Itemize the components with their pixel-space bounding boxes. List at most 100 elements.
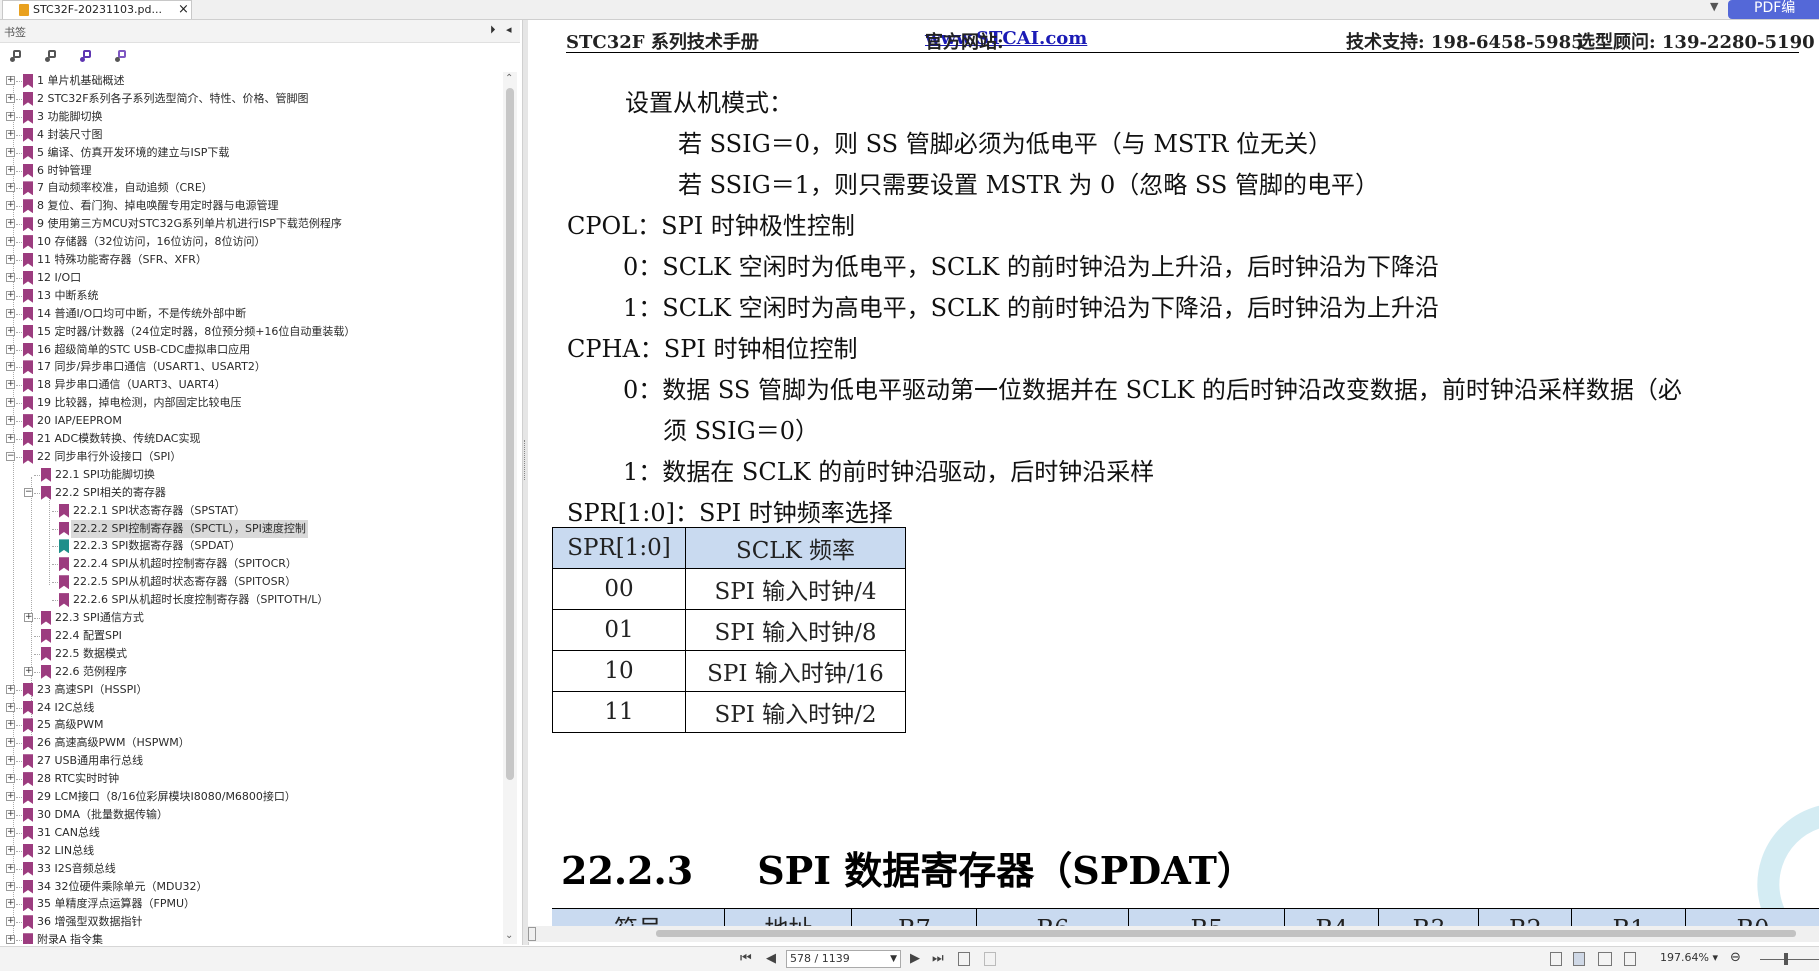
expand-icon[interactable]: + [6,917,15,927]
bookmark-item[interactable]: +12 I/O口 [0,269,503,287]
bookmark-item[interactable]: +20 IAP/EEPROM [0,412,503,430]
pdf-edit-button[interactable]: PDF编 [1728,0,1819,19]
scrollbar-thumb[interactable] [656,930,1796,937]
bookmark-item[interactable]: 22.2.6 SPI从机超时长度控制寄存器（SPITOTH/L） [0,591,503,609]
bookmark-item[interactable]: +9 使用第三方MCU对STC32G系列单片机进行ISP下载范例程序 [0,215,503,233]
bookmark-item[interactable]: +14 普通I/O口均可中断，不是传统外部中断 [0,305,503,323]
panel-collapse-icon[interactable]: ⏵ [490,23,496,37]
bookmark-item[interactable]: 22.2.2 SPI控制寄存器（SPCTL），SPI速度控制 [0,519,503,538]
tab-list-dropdown-icon[interactable]: ▼ [1710,0,1718,14]
page-dropdown-icon[interactable]: ▼ [890,951,897,967]
expand-icon[interactable]: + [6,362,15,372]
panel-close-icon[interactable]: ◂ [506,23,512,36]
bookmark-item[interactable]: +24 I2C总线 [0,699,503,717]
copy-page-icon[interactable] [958,952,970,966]
expand-icon[interactable]: + [24,666,33,676]
zoom-level[interactable]: 197.64% ▾ [1660,951,1718,964]
bookmark-item[interactable]: +17 同步/异步串口通信（USART1、USART2） [0,358,503,376]
expand-icon[interactable]: + [6,827,15,837]
single-page-view-icon[interactable] [1550,952,1562,966]
expand-icon[interactable]: + [6,129,15,139]
expand-icon[interactable]: + [6,684,15,694]
expand-icon[interactable]: + [6,111,15,121]
bookmark-item[interactable]: +25 高级PWM [0,716,503,734]
scrollbar-thumb[interactable] [506,88,514,780]
expand-icon[interactable]: + [6,93,15,103]
expand-icon[interactable]: + [6,290,15,300]
add-bookmark-icon[interactable] [80,49,94,63]
bookmark-item[interactable]: +10 存储器（32位访问，16位访问，8位访问） [0,233,503,251]
extract-page-icon[interactable] [984,952,996,966]
bookmark-item[interactable]: +35 单精度浮点运算器（FPMU） [0,895,503,913]
prev-page-icon[interactable]: ◀ [766,951,776,967]
expand-icon[interactable]: + [6,738,15,748]
expand-icon[interactable]: + [6,237,15,247]
bookmark-item[interactable]: 22.1 SPI功能脚切换 [0,466,503,484]
bookmark-item[interactable]: 22.2.1 SPI状态寄存器（SPSTAT） [0,502,503,520]
first-page-icon[interactable]: ⏮ [740,951,752,967]
bookmark-item[interactable]: − 22 同步串行外设接口（SPI） [0,448,503,466]
bookmark-item[interactable]: +5 编译、仿真开发环境的建立与ISP下载 [0,144,503,162]
bookmark-item[interactable]: +33 I2S音频总线 [0,860,503,878]
bookmark-item[interactable]: 22.4 配置SPI [0,627,503,645]
expand-icon[interactable]: + [6,201,15,211]
bookmark-item[interactable]: +6 时钟管理 [0,162,503,180]
next-page-icon[interactable]: ▶ [910,951,920,967]
expand-icon[interactable]: + [6,720,15,730]
bookmark-item[interactable]: +36 增强型双数据指针 [0,913,503,931]
zoom-slider[interactable] [1760,959,1819,960]
bookmark-item[interactable]: +34 32位硬件乘除单元（MDU32） [0,878,503,896]
expand-all-bookmarks-icon[interactable] [10,49,24,63]
fit-width-icon[interactable] [1624,952,1636,966]
expand-icon[interactable]: + [6,219,15,229]
expand-icon[interactable]: + [6,183,15,193]
expand-icon[interactable]: + [6,792,15,801]
expand-icon[interactable]: + [6,76,15,85]
expand-icon[interactable]: + [6,272,15,282]
expand-icon[interactable]: + [6,809,15,819]
bookmark-item[interactable]: +22.3 SPI通信方式 [0,609,503,627]
bookmark-item[interactable]: +26 高速高级PWM（HSPWM） [0,734,503,752]
tab-close-icon[interactable]: × [178,1,189,19]
bookmark-item[interactable]: 22.2.5 SPI从机超时状态寄存器（SPITOSR） [0,573,503,591]
bookmark-item[interactable]: +28 RTC实时时钟 [0,770,503,788]
expand-icon[interactable]: + [6,845,15,855]
zoom-slider-knob[interactable] [1784,953,1788,965]
scroll-left-button[interactable] [528,927,536,941]
expand-icon[interactable]: + [6,416,15,426]
expand-icon[interactable]: + [6,398,15,408]
expand-icon[interactable]: + [6,774,15,784]
zoom-out-icon[interactable]: ⊖ [1730,950,1741,965]
collapse-icon[interactable]: − [24,487,33,497]
bookmark-item[interactable]: +19 比较器，掉电检测，内部固定比较电压 [0,394,503,412]
bookmark-item[interactable]: +2 STC32F系列各子系列选型简介、特性、价格、管脚图 [0,90,503,108]
continuous-view-icon[interactable] [1573,952,1585,966]
bookmark-item[interactable]: +31 CAN总线 [0,824,503,842]
expand-icon[interactable]: + [6,702,15,712]
bookmark-item[interactable]: 22.5 数据模式 [0,645,503,663]
document-tab[interactable]: STC32F-20231103.pd... × [2,0,192,19]
expand-icon[interactable]: + [6,326,15,336]
expand-icon[interactable]: + [6,899,15,909]
expand-icon[interactable]: + [6,165,15,175]
bookmark-item[interactable]: +1 单片机基础概述 [0,72,503,90]
expand-icon[interactable]: + [6,881,15,891]
bookmark-item[interactable]: +22.6 范例程序 [0,663,503,681]
expand-icon[interactable]: + [6,434,15,443]
collapse-all-bookmarks-icon[interactable] [45,49,59,63]
bookmark-properties-icon[interactable] [115,49,129,63]
bookmark-item[interactable]: 22.2.4 SPI从机超时控制寄存器（SPITOCR） [0,555,503,573]
bookmark-item[interactable]: +18 异步串口通信（UART3、UART4） [0,376,503,394]
bookmark-item[interactable]: +11 特殊功能寄存器（SFR、XFR） [0,251,503,269]
bookmark-item[interactable]: 22.2.3 SPI数据寄存器（SPDAT） [0,537,503,555]
bookmark-item[interactable]: + 附录A 指令集 [0,931,503,944]
two-page-view-icon[interactable] [1598,952,1612,966]
collapse-icon[interactable]: − [6,451,15,461]
bookmark-scrollbar[interactable]: ⌃ ⌄ [503,72,517,944]
last-page-icon[interactable]: ⏭ [932,951,944,967]
expand-icon[interactable]: + [6,344,15,354]
bookmark-item[interactable]: +30 DMA（批量数据传输） [0,806,503,824]
bookmark-item[interactable]: +21 ADC模数转换、传统DAC实现 [0,430,503,448]
horizontal-scrollbar[interactable] [528,926,1819,942]
expand-icon[interactable]: + [6,935,15,944]
